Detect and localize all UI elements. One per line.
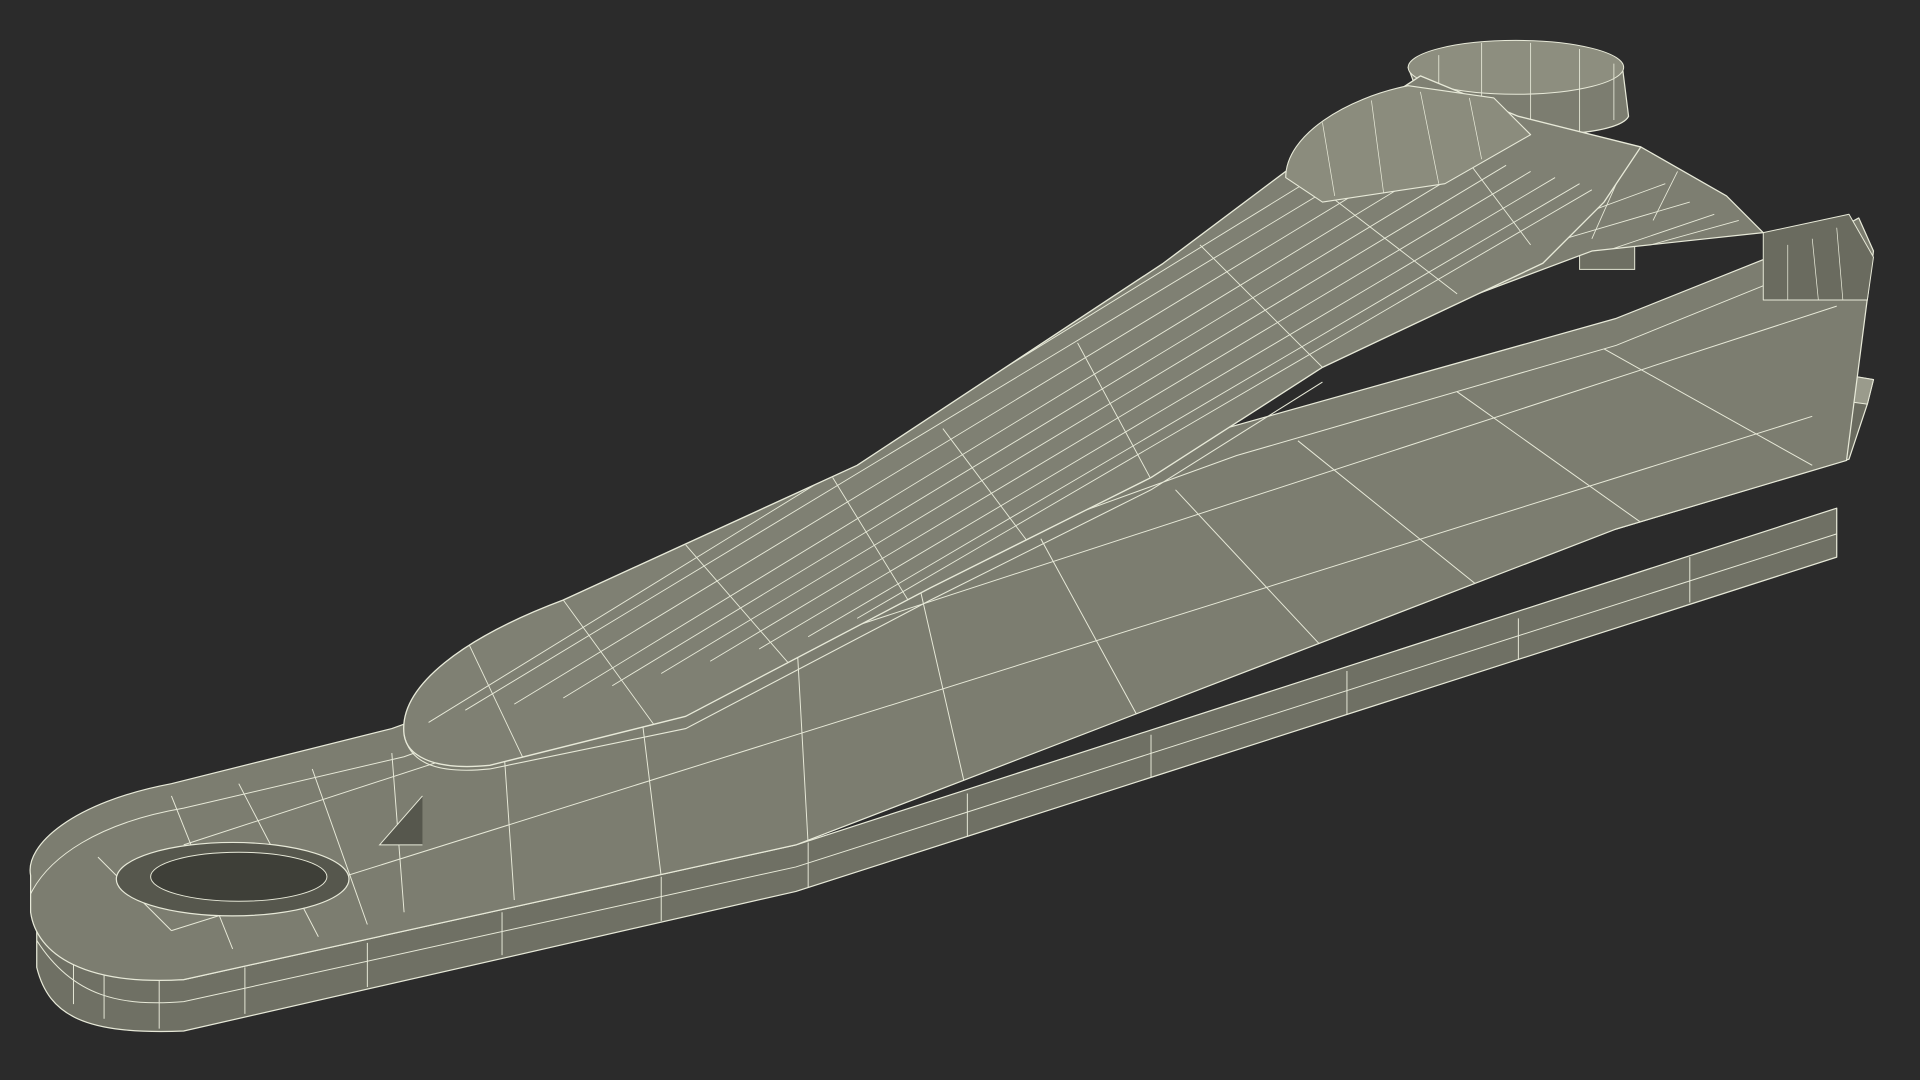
nail-clipper-render (0, 0, 1920, 1080)
